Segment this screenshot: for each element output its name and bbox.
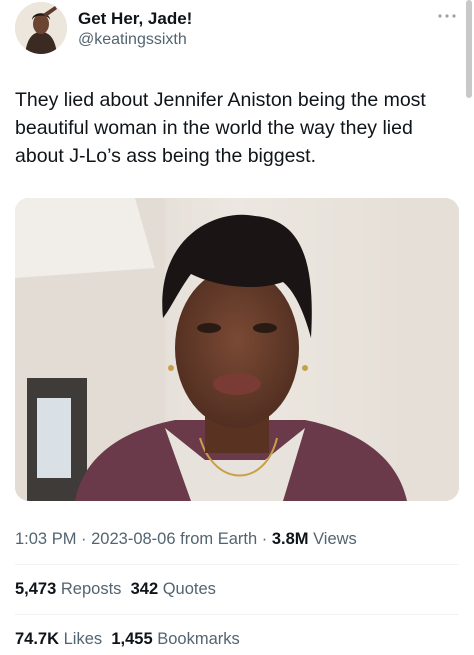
bookmarks-label: Bookmarks xyxy=(157,630,240,648)
reposts-count: 5,473 xyxy=(15,580,57,598)
more-button[interactable] xyxy=(436,8,458,24)
tweet-header: Get Her, Jade! @keatingssixth xyxy=(15,2,460,58)
likes-label: Likes xyxy=(63,630,103,648)
quotes-link[interactable]: 342 Quotes xyxy=(131,580,216,598)
avatar[interactable] xyxy=(15,2,67,54)
more-dots-icon xyxy=(438,14,456,18)
reposts-label: Reposts xyxy=(60,580,122,598)
meta-separator: · xyxy=(76,530,92,548)
quotes-count: 342 xyxy=(130,580,159,598)
quotes-label: Quotes xyxy=(162,580,216,598)
divider xyxy=(15,564,459,565)
display-name[interactable]: Get Her, Jade! xyxy=(78,9,192,29)
likes-link[interactable]: 74.7K Likes xyxy=(15,630,102,648)
author-names: Get Her, Jade! @keatingssixth xyxy=(78,9,192,50)
like-stats: 74.7K Likes 1,455 Bookmarks xyxy=(15,630,240,649)
meta-separator: · xyxy=(257,530,272,548)
scrollbar[interactable] xyxy=(466,0,472,98)
views-count: 3.8M xyxy=(271,530,309,548)
repost-stats: 5,473 Reposts 342 Quotes xyxy=(15,580,216,599)
bookmarks-link[interactable]: 1,455 Bookmarks xyxy=(111,630,239,648)
bookmarks-count: 1,455 xyxy=(111,630,153,648)
likes-count: 74.7K xyxy=(15,630,60,648)
tweet-time[interactable]: 1:03 PM xyxy=(15,530,76,548)
views-label: Views xyxy=(308,530,357,548)
handle[interactable]: @keatingssixth xyxy=(78,29,192,50)
tweet-media[interactable] xyxy=(15,198,459,501)
profile-photo-icon xyxy=(15,2,67,54)
tweet-source: from Earth xyxy=(175,530,258,548)
tweet-text: They lied about Jennifer Aniston being t… xyxy=(15,89,426,167)
tweet-meta: 1:03 PM · 2023-08-06 from Earth · 3.8M V… xyxy=(15,530,357,549)
reposts-link[interactable]: 5,473 Reposts xyxy=(15,580,121,598)
divider xyxy=(15,614,459,615)
photo-woman-short-hair-icon xyxy=(15,198,459,501)
tweet-date[interactable]: 2023-08-06 xyxy=(91,530,175,548)
